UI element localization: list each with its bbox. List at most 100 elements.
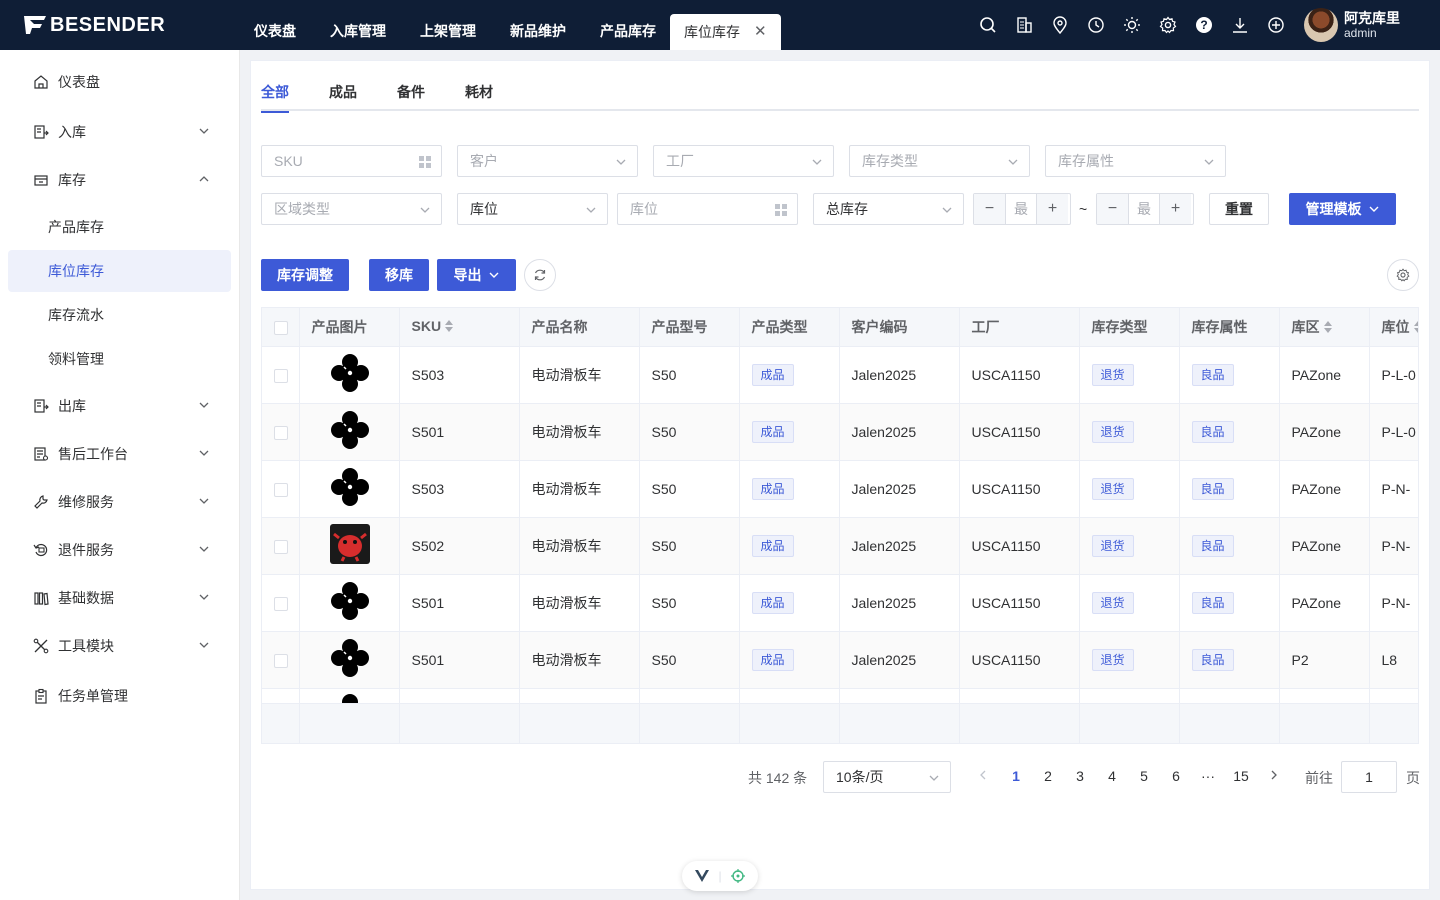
page-number[interactable]: 15	[1227, 768, 1255, 784]
page-number[interactable]: 6	[1162, 768, 1190, 784]
product-image-clover[interactable]	[330, 467, 370, 510]
stock-type-select[interactable]: 库存类型	[849, 145, 1030, 177]
sidebar-item[interactable]: 仪表盘	[0, 60, 240, 104]
sidebar-item[interactable]: 退件服务	[0, 528, 240, 572]
factory-select[interactable]: 工厂	[653, 145, 834, 177]
sidebar-item[interactable]: 售后工作台	[0, 432, 240, 476]
sidebar-item[interactable]: 基础数据	[0, 576, 240, 620]
row-checkbox[interactable]	[274, 425, 288, 440]
page-number[interactable]: 3	[1066, 768, 1094, 784]
page-number[interactable]: 2	[1034, 768, 1062, 784]
total-stock-select[interactable]: 总库存	[813, 193, 964, 225]
product-image-clover[interactable]	[330, 410, 370, 453]
select-all-checkbox[interactable]	[274, 320, 288, 335]
prev-page-button[interactable]	[969, 768, 997, 784]
table-row[interactable]: S501 电动滑板车 S50 成品 Jalen2025 USCA1150 退货 良品 PAZon…	[262, 574, 1418, 632]
sidebar-item[interactable]: 工具模块	[0, 624, 240, 668]
table-row[interactable]: S501 电动滑板车 S50 成品 Jalen2025 USCA1150 退货 良品 P2 L8	[262, 631, 1418, 689]
area-type-select[interactable]: 区域类型	[261, 193, 442, 225]
sidebar-item[interactable]: 出库	[0, 384, 240, 428]
minus-button[interactable]: −	[1097, 194, 1129, 224]
product-image-clover[interactable]	[330, 353, 370, 396]
product-image-clover[interactable]	[330, 638, 370, 681]
sidebar-item[interactable]: 库存	[0, 158, 240, 202]
sidebar-subitem[interactable]: 领料管理	[8, 338, 231, 380]
tab[interactable]: 备件	[397, 81, 425, 111]
table-row[interactable]: S501 电动滑板车 S50 成品 Jalen2025 USCA1150 退货 良品 PAZon…	[262, 403, 1418, 461]
tab[interactable]: 成品	[329, 81, 357, 111]
table-row[interactable]: S502 电动滑板车 S50 成品 Jalen2025 USCA1150 退货 良品 PAZon…	[262, 517, 1418, 575]
target-icon[interactable]	[731, 869, 746, 883]
tab[interactable]: 全部	[261, 81, 289, 113]
move-stock-button[interactable]: 移库	[369, 259, 429, 291]
sku-input[interactable]: SKU	[261, 145, 442, 177]
top-nav-item[interactable]: 新品维护	[490, 0, 586, 50]
row-checkbox[interactable]	[274, 482, 288, 497]
customer-select[interactable]: 客户	[457, 145, 638, 177]
column-header[interactable]: 库区	[1279, 308, 1370, 347]
row-checkbox[interactable]	[274, 539, 288, 554]
close-icon[interactable]: ✕	[754, 14, 767, 50]
manage-template-button[interactable]: 管理模板	[1289, 193, 1396, 225]
column-header[interactable]: SKU	[399, 308, 520, 347]
top-nav-item[interactable]: 库位库存 ✕	[670, 14, 781, 50]
search-icon[interactable]	[970, 16, 1006, 34]
building-icon[interactable]	[1006, 16, 1042, 34]
table-row[interactable]: S503 电动滑板车 S50 成品 Jalen2025 USCA1150 退货 良品 PAZon…	[262, 346, 1418, 404]
sidebar-subitem[interactable]: 库存流水	[8, 294, 231, 336]
download-icon[interactable]	[1222, 16, 1258, 34]
top-nav-item[interactable]: 仪表盘	[240, 0, 316, 50]
help-icon[interactable]: ?	[1186, 16, 1222, 34]
row-checkbox[interactable]	[274, 596, 288, 611]
sun-icon[interactable]	[1114, 16, 1150, 34]
stock-attr-select[interactable]: 库存属性	[1045, 145, 1226, 177]
product-image-red-creature[interactable]	[329, 524, 370, 567]
sidebar-item[interactable]: 任务单管理	[0, 674, 240, 718]
row-checkbox[interactable]	[274, 368, 288, 383]
reset-button[interactable]: 重置	[1209, 193, 1269, 225]
max-stock-input[interactable]: 最	[1129, 194, 1159, 224]
row-checkbox[interactable]	[274, 653, 288, 668]
sidebar-subitem[interactable]: 库位库存	[8, 250, 231, 292]
location-type-select[interactable]: 库位	[457, 193, 608, 225]
page-size-select[interactable]: 10条/页	[823, 761, 951, 793]
tab[interactable]: 耗材	[465, 81, 493, 111]
product-image-clover[interactable]	[330, 581, 370, 624]
min-stock-stepper[interactable]: − 最 +	[973, 193, 1071, 225]
stock-adjust-button[interactable]: 库存调整	[261, 259, 349, 291]
minus-button[interactable]: −	[974, 194, 1006, 224]
sidebar-subitem[interactable]: 产品库存	[8, 206, 231, 248]
max-stock-stepper[interactable]: − 最 +	[1096, 193, 1194, 225]
plus-button[interactable]: +	[1036, 194, 1068, 224]
sort-icon[interactable]	[445, 319, 454, 335]
page-ellipsis[interactable]: ···	[1194, 768, 1222, 784]
page-number[interactable]: 4	[1098, 768, 1126, 784]
location-input[interactable]: 库位	[617, 193, 798, 225]
sidebar-item[interactable]: 维修服务	[0, 480, 240, 524]
plus-circle-icon[interactable]	[1258, 16, 1294, 34]
sidebar-item[interactable]: 入库	[0, 110, 240, 154]
sort-icon[interactable]	[1413, 320, 1418, 336]
table-row[interactable]: S503 电动滑板车 S50 成品 Jalen2025 USCA1150 退货 良品 PAZon…	[262, 460, 1418, 518]
clock-icon[interactable]	[1078, 16, 1114, 34]
page-number[interactable]: 1	[1002, 768, 1030, 784]
plus-button[interactable]: +	[1159, 194, 1191, 224]
brand-logo[interactable]: BESENDER	[0, 0, 240, 50]
top-nav-item[interactable]: 产品库存	[580, 0, 676, 50]
min-stock-input[interactable]: 最	[1006, 194, 1036, 224]
location-icon[interactable]	[1042, 16, 1078, 34]
goto-page-input[interactable]: 1	[1341, 761, 1397, 793]
sort-icon[interactable]	[1323, 320, 1332, 336]
top-nav-item[interactable]: 入库管理	[310, 0, 406, 50]
gear-icon[interactable]	[1150, 16, 1186, 34]
refresh-button[interactable]	[524, 259, 556, 291]
page-number[interactable]: 5	[1130, 768, 1158, 784]
export-button[interactable]: 导出	[437, 259, 516, 291]
top-nav-item[interactable]: 上架管理	[400, 0, 496, 50]
next-page-button[interactable]	[1260, 768, 1288, 784]
column-header[interactable]: 库位	[1369, 308, 1418, 347]
user-menu[interactable]: 阿克库里 admin	[1304, 8, 1400, 42]
column-settings-button[interactable]	[1387, 259, 1419, 291]
chevron-down-icon	[1203, 155, 1215, 171]
vue-devtools-icon[interactable]	[694, 870, 709, 882]
